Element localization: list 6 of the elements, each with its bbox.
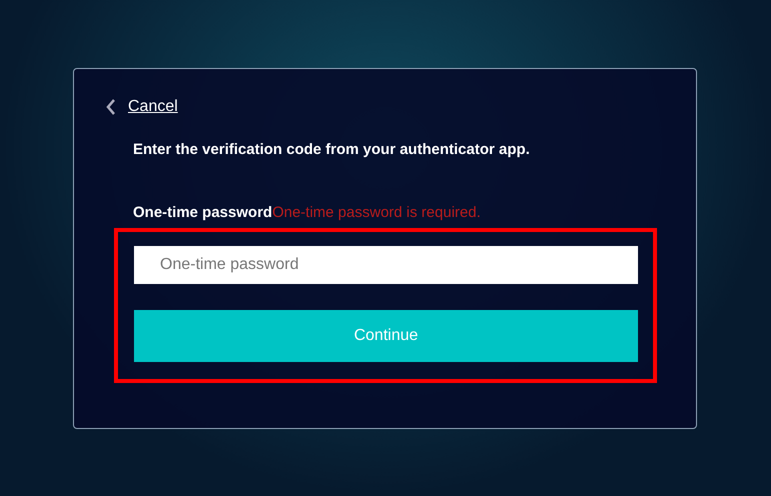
instruction-text: Enter the verification code from your authenticator app. xyxy=(133,140,531,160)
cancel-link[interactable]: Cancel xyxy=(106,95,178,119)
error-message: One-time password is required. xyxy=(272,202,481,222)
otp-field[interactable]: One-time password xyxy=(134,246,638,284)
back-chevron-icon xyxy=(106,99,116,115)
field-label: One-time password xyxy=(133,202,272,222)
